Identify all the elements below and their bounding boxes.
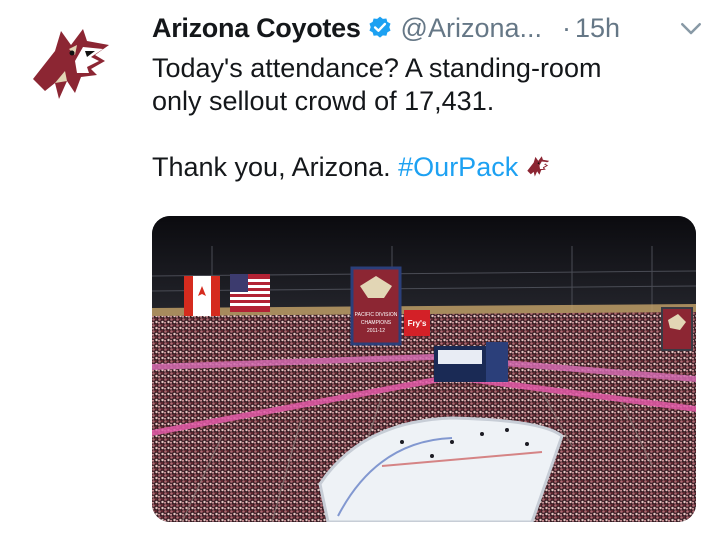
tweet-text: Today's attendance? A standing-room only… xyxy=(152,52,700,188)
tweet-text-line: only sellout crowd of 17,431. xyxy=(152,86,495,116)
tweet-photo[interactable]: PACIFIC DIVISION CHAMPIONS 2011-12 Fry's xyxy=(152,216,696,522)
tweet-text-line: Today's attendance? A standing-room xyxy=(152,53,602,83)
tweet-text-line: Thank you, Arizona. #OurPack xyxy=(152,151,700,188)
svg-text:Fry's: Fry's xyxy=(408,319,427,328)
verified-badge-icon xyxy=(367,15,393,41)
author-name[interactable]: Arizona Coyotes xyxy=(152,13,361,44)
coyote-emoji-icon xyxy=(524,154,552,188)
author-handle[interactable]: @Arizona... xyxy=(401,13,542,44)
arena-photo: PACIFIC DIVISION CHAMPIONS 2011-12 Fry's xyxy=(152,216,696,522)
hashtag-link[interactable]: #OurPack xyxy=(398,152,518,182)
avatar[interactable] xyxy=(22,18,118,114)
coyote-logo-icon xyxy=(33,29,109,99)
separator-dot: · xyxy=(562,12,572,43)
tweet-text-thanks: Thank you, Arizona. xyxy=(152,152,391,182)
timestamp[interactable]: 15h xyxy=(575,13,620,44)
chevron-down-icon[interactable] xyxy=(676,13,706,43)
photo-banner-text: PACIFIC DIVISION xyxy=(355,312,398,318)
tweet-header: Arizona Coyotes @Arizona... · 15h xyxy=(152,10,701,46)
svg-text:2011-12: 2011-12 xyxy=(367,328,385,334)
svg-text:CHAMPIONS: CHAMPIONS xyxy=(361,320,392,326)
